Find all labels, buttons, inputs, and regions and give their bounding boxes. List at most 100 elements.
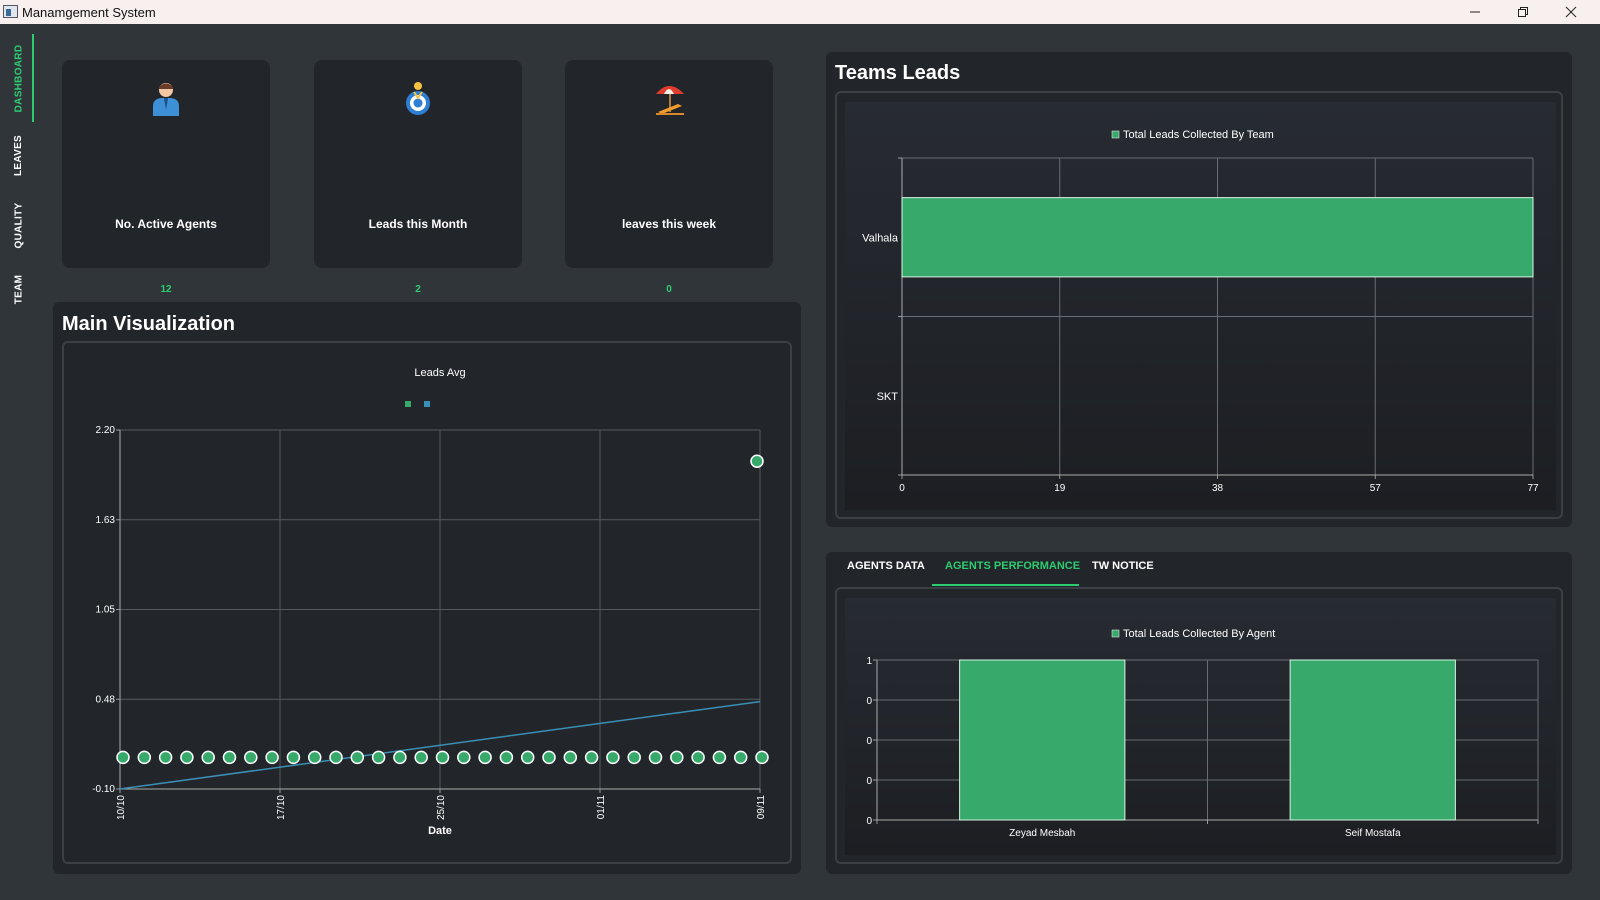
teams-leads-title: Teams Leads	[835, 62, 961, 84]
tab-team[interactable]: TEAM	[8, 270, 30, 308]
tab-leaves-label: LEAVES	[13, 134, 25, 176]
leads-avg-chart[interactable]: Leads Avg -0.10 0.48 1.05 1.63 2.20 10/10 17/10…	[64, 343, 790, 862]
data-point	[414, 750, 428, 765]
y-tick-label: 2.20	[96, 425, 116, 436]
data-point	[158, 750, 173, 765]
data-point	[435, 750, 450, 765]
x-tick-label: Zeyad Mesbah	[1009, 828, 1075, 839]
y-tick-label: 0.48	[96, 694, 116, 705]
data-point	[584, 750, 599, 765]
x-tick-label: 77	[1527, 483, 1539, 494]
tab-tw-notice[interactable]: TW NOTICE	[1092, 560, 1154, 572]
x-tick-label: Seif Mostafa	[1345, 828, 1401, 839]
y-tick-label: Valhala	[862, 232, 899, 244]
card-value: 12	[160, 284, 172, 295]
data-point	[691, 750, 705, 765]
data-point	[750, 454, 764, 468]
y-tick-label: 0	[866, 816, 872, 827]
x-tick-label: 17/10	[276, 795, 287, 820]
data-point	[712, 750, 727, 765]
leads-month-card: Leads this Month 2	[314, 60, 522, 295]
data-point	[371, 750, 386, 765]
x-tick-label: 38	[1212, 483, 1224, 494]
agent-bar	[1289, 659, 1456, 821]
legend-marker	[1111, 130, 1120, 139]
tab-team-label: TEAM	[13, 274, 25, 304]
tab-quality[interactable]: QUALITY	[8, 198, 30, 252]
x-tick-label: 57	[1370, 483, 1382, 494]
card-label: No. Active Agents	[115, 217, 217, 231]
data-point	[265, 750, 279, 765]
y-tick-label: 1	[866, 656, 872, 667]
card-value: 0	[666, 284, 672, 295]
data-point	[478, 750, 492, 765]
y-tick-label: SKT	[877, 391, 899, 403]
agent-bar	[959, 659, 1126, 821]
y-tick-label: 0	[866, 696, 872, 707]
close-button[interactable]	[1548, 0, 1594, 24]
active-agents-card: No. Active Agents 12	[62, 60, 270, 295]
card-value: 2	[415, 284, 421, 295]
beach-icon	[656, 86, 684, 115]
data-point	[499, 750, 514, 765]
main-visualization-title: Main Visualization	[62, 313, 235, 335]
data-point	[627, 750, 641, 765]
close-icon	[1565, 6, 1577, 18]
data-point	[542, 750, 556, 765]
tab-agents-data[interactable]: AGENTS DATA	[847, 560, 925, 572]
card-label: Leads this Month	[368, 217, 468, 231]
tab-dashboard-label: DASHBOARD	[13, 44, 25, 112]
data-point	[648, 750, 663, 765]
active-tab-underline	[932, 584, 1079, 586]
data-point	[244, 750, 258, 765]
x-tick-label: 01/11	[596, 795, 607, 820]
data-point	[520, 750, 535, 765]
team-leads-chart[interactable]: Total Leads Collected By Team 0 19 38 57 77 Va…	[845, 102, 1556, 510]
legend-label: Total Leads Collected By Team	[1123, 129, 1274, 141]
x-tick-label: 19	[1054, 483, 1066, 494]
data-point	[350, 750, 365, 765]
legend-label: Total Leads Collected By Agent	[1123, 628, 1275, 640]
data-point	[137, 750, 152, 765]
y-tick-label: -0.10	[92, 784, 115, 795]
x-tick-label: 0	[899, 483, 905, 494]
window-title: Manamgement System	[22, 5, 156, 20]
agent-leads-chart[interactable]: Total Leads Collected By Agent 0 0 0 0 1 Zeyad…	[845, 598, 1556, 855]
x-tick-label: 10/10	[116, 795, 127, 820]
data-point	[755, 750, 769, 765]
y-tick-label: 0	[866, 776, 872, 787]
x-tick-label: 09/11	[756, 795, 767, 820]
legend-marker-points	[405, 401, 411, 407]
data-point	[329, 750, 343, 765]
tab-agents-performance[interactable]: AGENTS PERFORMANCE	[945, 560, 1080, 572]
legend-marker-line	[424, 401, 430, 407]
chart-title: Leads Avg	[414, 367, 465, 379]
minimize-button[interactable]	[1452, 0, 1498, 24]
tab-quality-label: QUALITY	[13, 202, 25, 248]
tab-dashboard[interactable]: DASHBOARD	[8, 36, 30, 120]
data-point	[116, 750, 130, 765]
minimize-icon	[1470, 11, 1480, 13]
app-icon	[3, 5, 18, 18]
active-tab-indicator	[32, 34, 34, 122]
restore-button[interactable]	[1500, 0, 1546, 24]
team-bar	[901, 197, 1534, 278]
y-tick-label: 1.05	[96, 605, 116, 616]
data-point	[457, 750, 471, 765]
target-icon	[406, 82, 430, 115]
data-point	[286, 750, 301, 765]
data-point	[307, 750, 322, 765]
y-tick-label: 0	[866, 736, 872, 747]
data-point	[393, 750, 407, 765]
data-point	[201, 750, 215, 765]
y-tick-label: 1.63	[96, 515, 116, 526]
tab-leaves[interactable]: LEAVES	[8, 130, 30, 180]
restore-icon	[1518, 7, 1528, 17]
title-bar: Manamgement System	[0, 0, 1600, 24]
data-point	[563, 750, 578, 765]
legend-marker	[1111, 629, 1120, 638]
data-point	[606, 750, 620, 765]
card-label: leaves this week	[621, 217, 717, 231]
leaves-week-card: leaves this week 0	[565, 60, 773, 295]
x-tick-label: 25/10	[436, 795, 447, 820]
